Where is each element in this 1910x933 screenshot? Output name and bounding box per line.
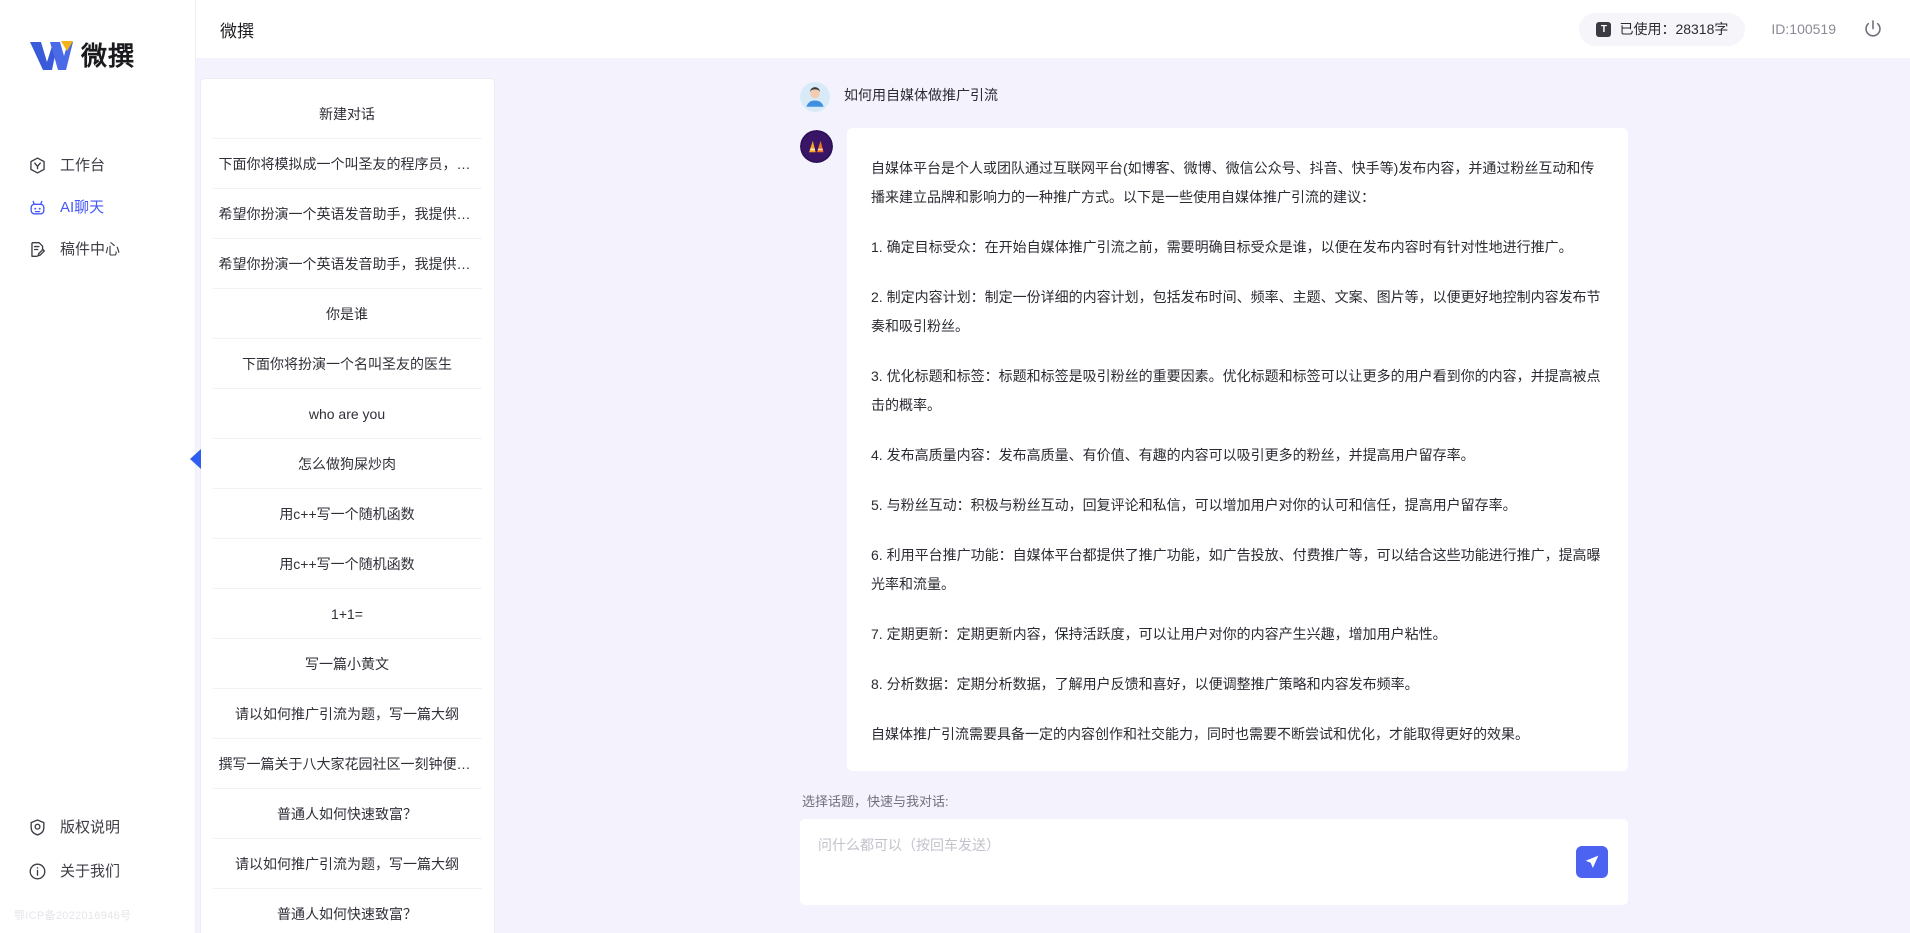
chat-scroll-area[interactable]: 如何用自媒体做推广引流 自媒体平台是个人或团队通过互联网平台(如博客、微博、微信… [518, 58, 1910, 781]
text-badge-icon: T [1596, 21, 1612, 37]
sidebar-item-label: 工作台 [60, 156, 106, 174]
w-logo-icon [30, 41, 73, 70]
shield-icon [30, 818, 45, 836]
ai-paragraph: 8. 分析数据：定期分析数据，了解用户反馈和喜好，以便调整推广策略和内容发布频率… [871, 676, 1419, 692]
page-title: 微撰 [220, 21, 254, 41]
topbar: 微撰 T 已使用：28318字 ID:100519 [196, 0, 1910, 58]
list-item[interactable]: 希望你扮演一个英语发音助手，我提供给你... [212, 239, 482, 289]
user-message-row: 如何用自媒体做推广引流 [800, 80, 1628, 112]
ai-paragraph: 3. 优化标题和标签：标题和标签是吸引粉丝的重要因素。优化标题和标签可以让更多的… [871, 368, 1601, 413]
composer: 选择话题，快速与我对话: [518, 781, 1910, 933]
user-message-text: 如何用自媒体做推广引流 [844, 87, 998, 103]
chevron-left-icon [190, 449, 201, 469]
power-icon[interactable] [1862, 18, 1884, 40]
sidebar-item-label: 稿件中心 [60, 240, 121, 258]
sidebar-footer-label: 版权说明 [60, 818, 121, 836]
workbench-hexagon-icon [30, 156, 45, 174]
ai-message-row: 自媒体平台是个人或团队通过互联网平台(如博客、微博、微信公众号、抖音、快手等)发… [800, 128, 1628, 771]
ai-paragraph: 7. 定期更新：定期更新内容，保持活跃度，可以让用户对你的内容产生兴趣，增加用户… [871, 626, 1447, 642]
topic-hint-label: 选择话题，快速与我对话: [802, 794, 949, 809]
sidebar-item-ai-chat[interactable]: AI聊天 [0, 186, 195, 228]
sidebar-footer: 版权说明 关于我们 鄂ICP备2022016946号 [0, 805, 195, 933]
new-conversation-button[interactable]: 新建对话 [212, 89, 482, 139]
list-item[interactable]: 写一篇小黄文 [212, 639, 482, 689]
list-item[interactable]: 撰写一篇关于八大家花园社区一刻钟便民生... [212, 739, 482, 789]
send-plane-icon [1585, 855, 1599, 868]
document-edit-icon [31, 241, 45, 257]
ai-paragraph: 1. 确定目标受众：在开始自媒体推广引流之前，需要明确目标受众是谁，以便在发布内… [871, 239, 1573, 255]
sidebar: 微撰 工作台 AI聊天 稿件中心 版权说明 关于我们 鄂ICP备20220169… [0, 0, 196, 933]
sidebar-item-manuscript-center[interactable]: 稿件中心 [0, 228, 195, 270]
list-item[interactable]: 用c++写一个随机函数 [212, 489, 482, 539]
list-item[interactable]: 1+1= [212, 589, 482, 639]
message-input-box[interactable] [800, 819, 1628, 905]
user-avatar-icon [800, 82, 830, 112]
sidebar-nav: 工作台 AI聊天 稿件中心 [0, 144, 195, 270]
ai-message-bubble: 自媒体平台是个人或团队通过互联网平台(如博客、微博、微信公众号、抖音、快手等)发… [847, 128, 1628, 771]
list-item[interactable]: 下面你将模拟成一个叫圣友的程序员，我说... [212, 139, 482, 189]
workspace: 新建对话 下面你将模拟成一个叫圣友的程序员，我说... 希望你扮演一个英语发音助… [190, 58, 1910, 933]
list-item[interactable]: 下面你将扮演一个名叫圣友的医生 [212, 339, 482, 389]
ai-paragraph: 4. 发布高质量内容：发布高质量、有价值、有趣的内容可以吸引更多的粉丝，并提高用… [871, 447, 1475, 463]
list-item[interactable]: 希望你扮演一个英语发音助手，我提供给你... [212, 189, 482, 239]
sidebar-item-workbench[interactable]: 工作台 [0, 144, 195, 186]
list-item[interactable]: 用c++写一个随机函数 [212, 539, 482, 589]
list-item[interactable]: 请以如何推广引流为题，写一篇大纲 [212, 839, 482, 889]
ai-paragraph: 6. 利用平台推广功能：自媒体平台都提供了推广功能，如广告投放、付费推广等，可以… [871, 547, 1601, 592]
ai-avatar-icon [800, 130, 833, 163]
list-item[interactable]: 怎么做狗屎炒肉 [212, 439, 482, 489]
topbar-actions: T 已使用：28318字 ID:100519 [1579, 12, 1884, 46]
usage-chip[interactable]: T 已使用：28318字 [1579, 12, 1746, 46]
sidebar-collapse-handle[interactable] [188, 448, 204, 470]
list-item[interactable]: 普通人如何快速致富？ [212, 789, 482, 839]
sidebar-item-label: AI聊天 [60, 198, 105, 216]
message-input[interactable] [818, 834, 1558, 890]
brand[interactable]: 微撰 [0, 0, 195, 74]
ai-paragraph: 5. 与粉丝互动：积极与粉丝互动，回复评论和私信，可以增加用户对你的认可和信任，… [871, 497, 1517, 513]
conversation-list-column: 新建对话 下面你将模拟成一个叫圣友的程序员，我说... 希望你扮演一个英语发音助… [190, 58, 498, 933]
info-icon [29, 863, 46, 879]
usage-label: 已使用：28318字 [1619, 21, 1729, 37]
sidebar-item-copyright[interactable]: 版权说明 [0, 805, 195, 849]
user-id-label: ID:100519 [1771, 21, 1836, 37]
main-area: 微撰 T 已使用：28318字 ID:100519 新建对话 下面你将模拟成一个… [190, 0, 1910, 933]
list-item[interactable]: 请以如何推广引流为题，写一篇大纲 [212, 689, 482, 739]
ai-paragraph: 自媒体推广引流需要具备一定的内容创作和社交能力，同时也需要不断尝试和优化，才能取… [871, 726, 1529, 742]
chat-column: 如何用自媒体做推广引流 自媒体平台是个人或团队通过互联网平台(如博客、微博、微信… [498, 58, 1910, 933]
new-conversation-label: 新建对话 [319, 105, 375, 122]
robot-icon [30, 200, 45, 215]
composer-inner: 选择话题，快速与我对话: [800, 791, 1628, 905]
list-item[interactable]: 普通人如何快速致富？ [213, 889, 482, 933]
list-item[interactable]: who are you [212, 389, 482, 439]
sidebar-footer-label: 关于我们 [60, 862, 121, 880]
list-item[interactable]: 你是谁 [212, 289, 482, 339]
conversation-list[interactable]: 新建对话 下面你将模拟成一个叫圣友的程序员，我说... 希望你扮演一个英语发音助… [199, 78, 495, 933]
ai-paragraph: 自媒体平台是个人或团队通过互联网平台(如博客、微博、微信公众号、抖音、快手等)发… [871, 160, 1595, 205]
brand-name: 微撰 [81, 41, 136, 71]
message-thread: 如何用自媒体做推广引流 自媒体平台是个人或团队通过互联网平台(如博客、微博、微信… [800, 80, 1628, 771]
send-button[interactable] [1576, 846, 1608, 878]
ai-paragraph: 2. 制定内容计划：制定一份详细的内容计划，包括发布时间、频率、主题、文案、图片… [871, 289, 1601, 334]
icp-record-number[interactable]: 鄂ICP备2022016946号 [0, 893, 195, 923]
app-root: 微撰 工作台 AI聊天 稿件中心 版权说明 关于我们 鄂ICP备20220169… [0, 0, 1910, 933]
sidebar-item-about-us[interactable]: 关于我们 [0, 849, 195, 893]
